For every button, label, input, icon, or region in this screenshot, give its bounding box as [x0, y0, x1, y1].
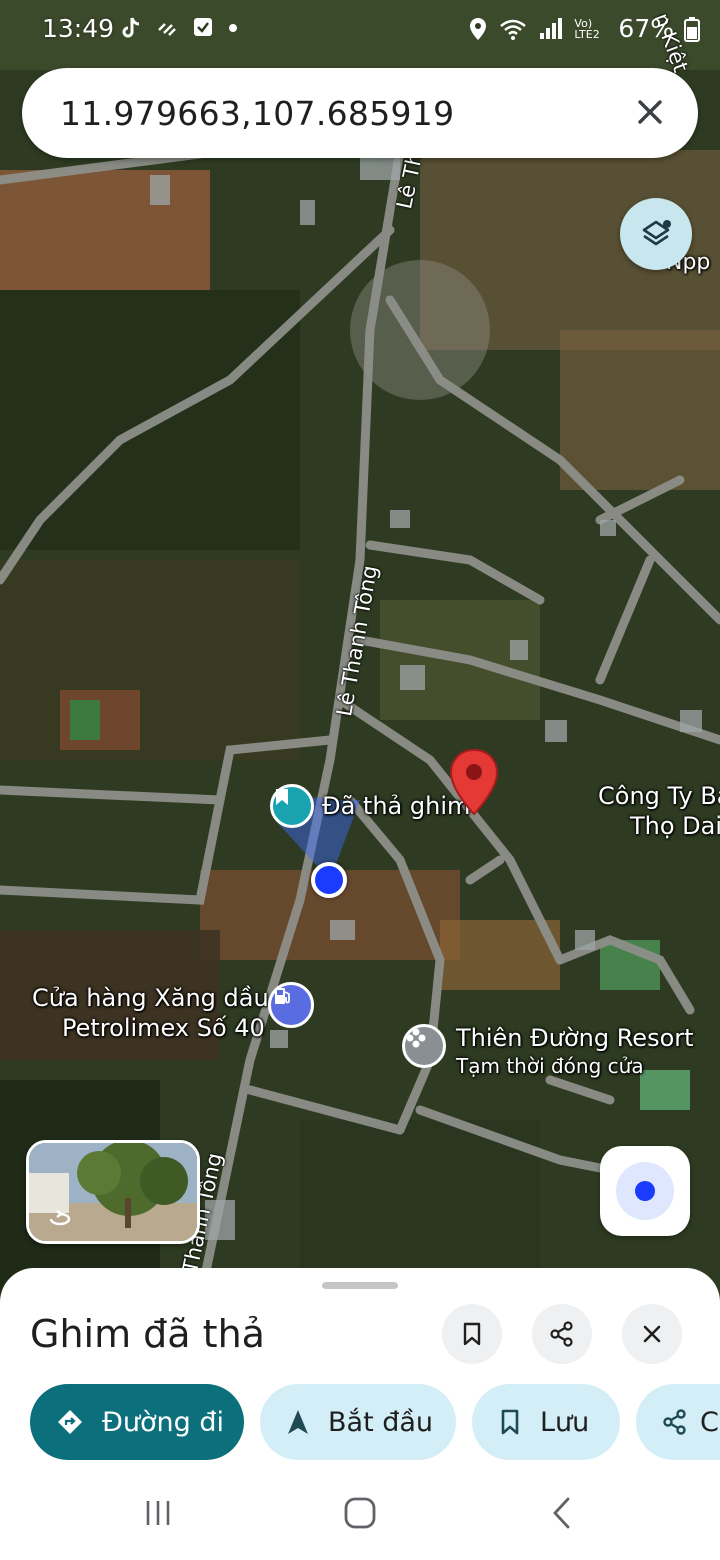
current-location-dot — [311, 862, 347, 898]
share-button[interactable]: C — [636, 1384, 720, 1460]
recent-apps-icon[interactable] — [143, 1498, 173, 1528]
gas-station-label-line2[interactable]: Petrolimex Số 40 — [62, 1014, 265, 1042]
street-view-thumbnail[interactable] — [26, 1140, 200, 1244]
rotate-360-icon — [49, 1210, 71, 1226]
save-button[interactable]: Lưu — [472, 1384, 620, 1460]
clear-search-icon[interactable] — [632, 94, 668, 130]
battery-icon — [684, 16, 700, 42]
saved-place-marker[interactable] — [270, 784, 314, 828]
resort-marker[interactable] — [402, 1024, 446, 1068]
wifi-icon — [500, 19, 527, 40]
share-icon — [662, 1408, 688, 1436]
flower-icon — [406, 1028, 426, 1048]
system-navigation-bar — [0, 1468, 720, 1560]
gas-station-label-line1[interactable]: Cửa hàng Xăng dầu — [32, 984, 269, 1012]
dot-icon — [229, 24, 237, 32]
sheet-title: Ghim đã thả — [30, 1312, 265, 1356]
resort-label[interactable]: Thiên Đường Resort — [456, 1024, 694, 1052]
company-label-line1[interactable]: Công Ty Ba — [598, 782, 720, 810]
bookmark-icon — [276, 789, 288, 805]
sheet-drag-handle[interactable] — [322, 1282, 398, 1289]
save-label: Lưu — [540, 1406, 590, 1438]
bookmark-icon — [498, 1408, 522, 1436]
back-icon[interactable] — [550, 1496, 574, 1530]
gas-pump-icon — [275, 988, 290, 1004]
tiktok-icon — [122, 17, 140, 38]
search-bar[interactable]: 11.979663,107.685919 — [22, 68, 698, 158]
directions-icon — [56, 1408, 84, 1436]
battery-percentage: 67% — [618, 14, 674, 43]
place-bottom-sheet[interactable]: Ghim đã thả Đường đi Bắt đầu Lưu C — [0, 1268, 720, 1560]
my-location-button[interactable] — [600, 1146, 690, 1236]
status-bar: 13:49 Vo) LTE2 67% — [0, 0, 720, 58]
my-location-icon — [616, 1162, 674, 1220]
layers-icon — [642, 220, 671, 246]
dropped-pin-icon[interactable] — [448, 748, 500, 818]
action-chips: Đường đi Bắt đầu Lưu C — [30, 1384, 720, 1460]
home-icon[interactable] — [343, 1496, 377, 1530]
status-system-icons: Vo) LTE2 67% — [468, 14, 700, 43]
share-icon — [550, 1321, 573, 1347]
lines-icon — [158, 23, 176, 36]
gas-station-marker[interactable] — [268, 982, 314, 1028]
checkbox-icon — [194, 18, 212, 36]
directions-button[interactable]: Đường đi — [30, 1384, 244, 1460]
share-icon-button[interactable] — [532, 1304, 592, 1364]
save-icon-button[interactable] — [442, 1304, 502, 1364]
status-notification-icons — [120, 16, 238, 40]
network-type: Vo) LTE2 — [574, 16, 600, 41]
navigation-arrow-icon — [286, 1408, 310, 1436]
share-label: C — [700, 1406, 719, 1438]
company-label-line2[interactable]: Thọ Dai- — [630, 812, 720, 840]
resort-status-label: Tạm thời đóng cửa — [456, 1054, 644, 1078]
directions-label: Đường đi — [102, 1406, 225, 1438]
start-button[interactable]: Bắt đầu — [260, 1384, 456, 1460]
layers-button[interactable] — [620, 198, 692, 270]
map-view[interactable]: Lê Th Lê Thanh Tông Thánh Tông n Kiệt Np… — [0, 0, 720, 1300]
bookmark-icon — [463, 1322, 481, 1346]
search-query[interactable]: 11.979663,107.685919 — [60, 94, 454, 133]
close-sheet-button[interactable] — [622, 1304, 682, 1364]
location-icon — [470, 17, 487, 40]
start-label: Bắt đầu — [328, 1406, 434, 1438]
signal-icon — [540, 17, 563, 39]
status-time: 13:49 — [42, 14, 115, 43]
close-icon — [643, 1325, 661, 1343]
